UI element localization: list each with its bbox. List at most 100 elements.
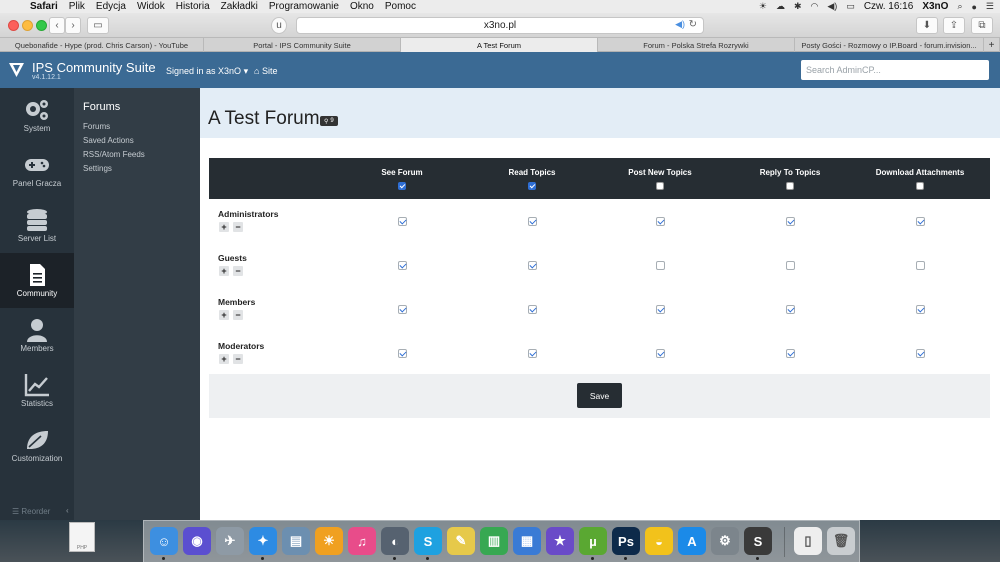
back-button[interactable]: ‹ (49, 17, 65, 34)
tab-polska-strefa[interactable]: Forum - Polska Strefa Rozrywki (598, 38, 795, 52)
site-link[interactable]: ⌂ Site (254, 66, 277, 76)
sun-app-icon[interactable]: ☀ (315, 527, 343, 555)
permission-checkbox[interactable] (656, 217, 665, 226)
desktop-file-icon[interactable]: PHP (69, 522, 95, 552)
menubar-clock[interactable]: Czw. 16:16 (864, 1, 913, 12)
save-button[interactable]: Save (577, 383, 622, 408)
sidebar-toggle-button[interactable]: ▭ (87, 17, 109, 34)
permission-checkbox[interactable] (398, 217, 407, 226)
sun-icon[interactable]: ☀ (759, 1, 767, 12)
app-store-icon[interactable]: A (678, 527, 706, 555)
uncheck-all-row-button[interactable]: − (233, 354, 243, 364)
permission-checkbox[interactable] (916, 217, 925, 226)
uncheck-all-row-button[interactable]: − (233, 266, 243, 276)
permission-checkbox[interactable] (656, 305, 665, 314)
permission-checkbox[interactable] (916, 349, 925, 358)
submenu-item-forums[interactable]: Forums (83, 122, 110, 131)
check-all-row-button[interactable]: + (219, 310, 229, 320)
cloud-icon[interactable]: ☁ (776, 1, 785, 12)
ips-logo-icon[interactable] (9, 63, 24, 77)
quicktime-icon[interactable]: ◐ (381, 527, 409, 555)
minimize-window-button[interactable] (22, 20, 33, 31)
suite-name[interactable]: IPS Community Suite (32, 60, 156, 75)
permission-checkbox[interactable] (398, 349, 407, 358)
menubar-user[interactable]: X3nO (922, 1, 948, 12)
nav-statistics[interactable]: Statistics (0, 363, 74, 418)
forward-button[interactable]: › (65, 17, 81, 34)
menu-okno[interactable]: Okno (350, 1, 374, 12)
new-tab-button[interactable]: + (984, 38, 1000, 52)
signed-in-menu[interactable]: Signed in as X3nO ▾ (166, 66, 248, 77)
privacy-button[interactable]: u (271, 17, 287, 34)
permission-checkbox[interactable] (916, 305, 925, 314)
menu-pomoc[interactable]: Pomoc (385, 1, 416, 12)
tab-youtube[interactable]: Quebonafide - Hype (prod. Chris Carson) … (0, 38, 204, 52)
select-all-column-checkbox[interactable] (656, 182, 664, 190)
menu-plik[interactable]: Plik (69, 1, 85, 12)
select-all-column-checkbox[interactable] (528, 182, 536, 190)
tab-portal[interactable]: Portal - IPS Community Suite (204, 38, 401, 52)
document-icon[interactable]: ▯ (794, 527, 822, 555)
check-all-row-button[interactable]: + (219, 266, 229, 276)
safari-icon[interactable]: ✦ (249, 527, 277, 555)
collapse-menu-button[interactable]: ‹ (66, 506, 69, 515)
spotlight-icon[interactable]: ⌕ (957, 1, 962, 12)
keynote-icon[interactable]: ▦ (513, 527, 541, 555)
permission-checkbox[interactable] (656, 349, 665, 358)
siri-icon[interactable]: ◉ (183, 527, 211, 555)
volume-icon[interactable]: ◀) (827, 1, 837, 12)
battery-icon[interactable]: ▭ (846, 1, 855, 12)
tab-a-test-forum[interactable]: A Test Forum (401, 38, 598, 52)
notification-center-icon[interactable]: ☰ (986, 1, 994, 12)
trash-icon[interactable]: 🗑 (827, 527, 855, 555)
fullscreen-window-button[interactable] (36, 20, 47, 31)
numbers-icon[interactable]: ▥ (480, 527, 508, 555)
permission-checkbox[interactable] (528, 261, 537, 270)
menu-edycja[interactable]: Edycja (96, 1, 126, 12)
permission-checkbox[interactable] (786, 349, 795, 358)
skype-icon[interactable]: S (414, 527, 442, 555)
permission-checkbox[interactable] (528, 349, 537, 358)
address-bar[interactable]: x3no.pl ◀) ↻ (296, 17, 704, 34)
downloads-button[interactable]: ⬇ (916, 17, 938, 34)
itunes-icon[interactable]: ♫ (348, 527, 376, 555)
select-all-column-checkbox[interactable] (786, 182, 794, 190)
nav-panel-gracza[interactable]: Panel Gracza (0, 143, 74, 198)
menu-zakladki[interactable]: Zakładki (221, 1, 258, 12)
photoshop-icon[interactable]: Ps (612, 527, 640, 555)
share-button[interactable]: ⇪ (943, 17, 965, 34)
audio-playing-icon[interactable]: ◀) (675, 19, 685, 30)
select-all-column-checkbox[interactable] (398, 182, 406, 190)
menu-safari[interactable]: Safari (30, 1, 58, 12)
preview-icon[interactable]: ▤ (282, 527, 310, 555)
bluetooth-icon[interactable]: ✱ (794, 1, 802, 12)
permission-checkbox[interactable] (786, 305, 795, 314)
nav-customization[interactable]: Customization (0, 418, 74, 473)
permission-checkbox[interactable] (656, 261, 665, 270)
permission-checkbox[interactable] (786, 261, 795, 270)
submenu-item-rss-feeds[interactable]: RSS/Atom Feeds (83, 150, 145, 159)
system-preferences-icon[interactable]: ⚙ (711, 527, 739, 555)
nav-system[interactable]: System (0, 88, 74, 143)
permission-checkbox[interactable] (916, 261, 925, 270)
admincp-search-input[interactable] (801, 60, 989, 80)
sublime-text-icon[interactable]: S (744, 527, 772, 555)
imovie-icon[interactable]: ★ (546, 527, 574, 555)
permission-checkbox[interactable] (398, 305, 407, 314)
nav-community[interactable]: Community (0, 253, 74, 308)
menu-programowanie[interactable]: Programowanie (269, 1, 339, 12)
permission-checkbox[interactable] (528, 305, 537, 314)
submenu-item-saved-actions[interactable]: Saved Actions (83, 136, 134, 145)
submenu-item-settings[interactable]: Settings (83, 164, 112, 173)
permission-checkbox[interactable] (786, 217, 795, 226)
forum-id-badge[interactable]: ⚲ 9 (320, 116, 338, 126)
reorder-button[interactable]: ☰ Reorder (12, 507, 50, 516)
uncheck-all-row-button[interactable]: − (233, 222, 243, 232)
select-all-column-checkbox[interactable] (916, 182, 924, 190)
check-all-row-button[interactable]: + (219, 354, 229, 364)
launchpad-icon[interactable]: ✈ (216, 527, 244, 555)
siri-icon[interactable]: ● (971, 2, 976, 12)
cyberduck-icon[interactable]: ◒ (645, 527, 673, 555)
close-window-button[interactable] (8, 20, 19, 31)
utorrent-icon[interactable]: µ (579, 527, 607, 555)
